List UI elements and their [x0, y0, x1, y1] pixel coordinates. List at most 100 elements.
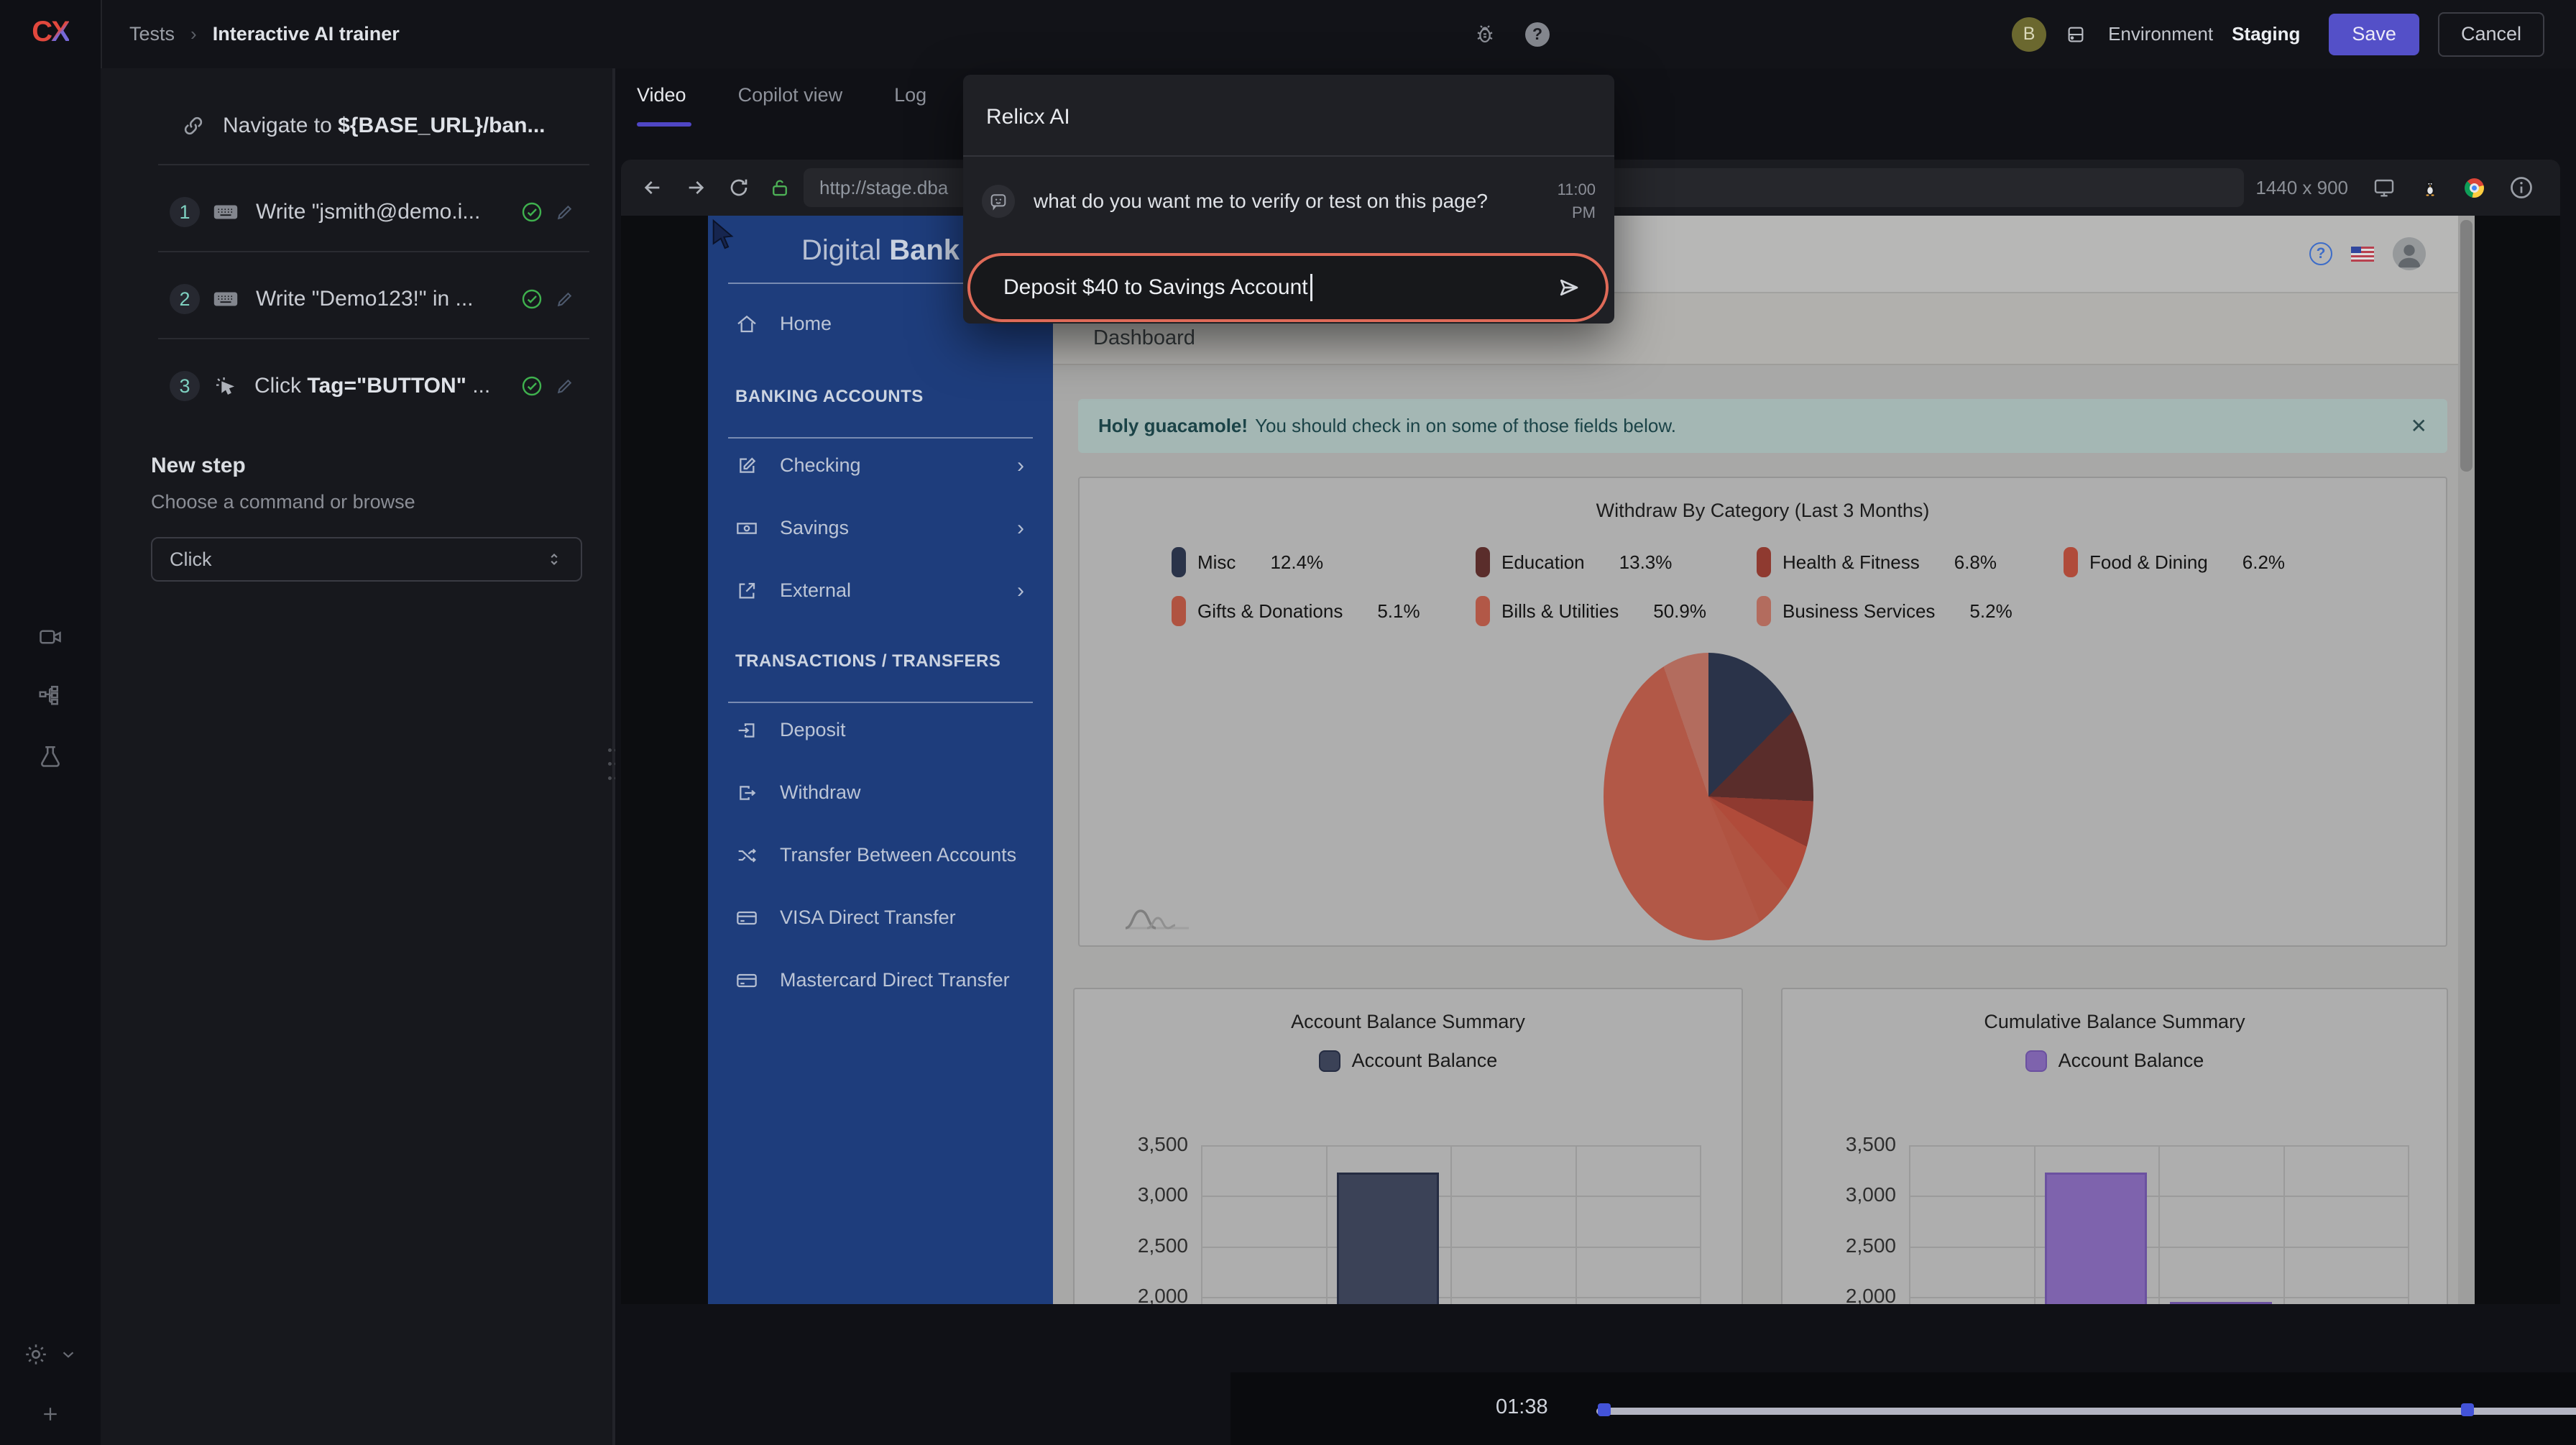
- bank-nav-deposit[interactable]: Deposit: [708, 699, 1053, 761]
- gridline: [2034, 1145, 2036, 1304]
- bank-user-avatar[interactable]: [2393, 237, 2426, 270]
- account-balance-card: Account Balance Summary Account Balance …: [1073, 988, 1743, 1304]
- step-3[interactable]: 3 Click Tag="BUTTON" ...: [101, 347, 612, 426]
- legend-label: Account Balance: [2058, 1050, 2204, 1072]
- send-icon[interactable]: [1555, 275, 1581, 301]
- bank-nav-savings[interactable]: Savings›: [708, 497, 1053, 559]
- edit-pencil-icon[interactable]: [555, 376, 575, 396]
- message-timestamp: 11:00PM: [1534, 178, 1596, 224]
- legend-name: Business Services: [1782, 600, 1935, 623]
- settings-gear-icon[interactable]: [23, 1341, 49, 1367]
- cancel-button[interactable]: Cancel: [2438, 12, 2544, 57]
- edit-pencil-icon[interactable]: [555, 289, 575, 309]
- tab-video[interactable]: Video: [637, 84, 686, 127]
- edit-pencil-icon[interactable]: [555, 202, 575, 222]
- new-step-title: New step: [151, 454, 246, 478]
- bank-nav-checking[interactable]: Checking›: [708, 434, 1053, 497]
- edit-icon: [735, 454, 760, 477]
- nav-label: Mastercard Direct Transfer: [780, 969, 1010, 991]
- chrome-icon[interactable]: [2465, 178, 2484, 198]
- dialog-title: Relicx AI: [986, 105, 1070, 129]
- nav-label: VISA Direct Transfer: [780, 907, 956, 929]
- bank-nav-withdraw[interactable]: Withdraw: [708, 761, 1053, 824]
- alert-close-icon[interactable]: ✕: [2411, 414, 2427, 438]
- page-title: Dashboard: [1093, 326, 1195, 350]
- tab-log[interactable]: Log: [894, 84, 926, 127]
- legend-swatch: [1757, 596, 1771, 626]
- section-title-transactions-transfers: TRANSACTIONS / TRANSFERS: [735, 651, 1000, 671]
- video-player-bar: 01:38 LIVE 0.5x1x2x4x8x16x skip inactive: [1230, 1372, 2576, 1445]
- bar: [1337, 1173, 1439, 1304]
- us-flag-icon[interactable]: [2351, 247, 2374, 262]
- info-icon[interactable]: [2508, 175, 2534, 201]
- link-icon: [181, 114, 206, 138]
- axis-tick: 2,500: [1095, 1234, 1188, 1257]
- chevron-down-icon[interactable]: [59, 1345, 78, 1364]
- legend-item: Food & Dining6.2%: [2064, 547, 2285, 577]
- linux-penguin-icon[interactable]: [2420, 178, 2440, 198]
- pie-chart: [1604, 653, 1813, 940]
- step-number: 3: [170, 371, 200, 401]
- environment-value[interactable]: Staging: [2232, 23, 2300, 45]
- bar: [2045, 1173, 2147, 1304]
- signout-icon: [735, 781, 760, 804]
- cumulative-balance-card: Cumulative Balance Summary Account Balan…: [1781, 988, 2448, 1304]
- add-icon[interactable]: [0, 1403, 101, 1425]
- cursor-click-icon: [213, 374, 237, 398]
- breadcrumb: Tests › Interactive AI trainer: [129, 0, 400, 68]
- step-2[interactable]: 2 Write "Demo123!" in ...: [101, 260, 612, 339]
- external-icon: [735, 579, 760, 602]
- scrollbar[interactable]: [2458, 216, 2475, 1304]
- legend-label: Account Balance: [1352, 1050, 1498, 1072]
- legend-swatch: [2025, 1050, 2047, 1072]
- command-select[interactable]: Click: [151, 537, 582, 582]
- chart-title: Account Balance Summary: [1075, 1011, 1742, 1033]
- bank-help-icon[interactable]: ?: [2309, 242, 2332, 265]
- step-navigate[interactable]: Navigate to ${BASE_URL}/ban...: [101, 86, 612, 165]
- left-rail: CX: [0, 0, 102, 1445]
- bank-nav-visa-direct-transfer[interactable]: VISA Direct Transfer: [708, 886, 1053, 949]
- video-camera-icon[interactable]: [0, 624, 101, 650]
- nav-label: Deposit: [780, 719, 846, 741]
- legend-item: Misc 12.4%: [1172, 547, 1323, 577]
- wave-icon: [1123, 904, 1195, 934]
- flask-icon[interactable]: [0, 743, 101, 769]
- bank-nav-transfer-between-accounts[interactable]: Transfer Between Accounts: [708, 824, 1053, 886]
- monitor-icon[interactable]: [2373, 176, 2396, 199]
- progress-marker[interactable]: [1598, 1403, 1611, 1416]
- user-avatar[interactable]: B: [2012, 17, 2046, 52]
- app-logo[interactable]: CX: [0, 16, 101, 48]
- bank-nav-mastercard-direct-transfer[interactable]: Mastercard Direct Transfer: [708, 949, 1053, 1012]
- chevron-right-icon: ›: [1017, 579, 1024, 603]
- legend-name: Bills & Utilities: [1501, 600, 1619, 623]
- forward-icon[interactable]: [684, 176, 707, 199]
- legend-name: Misc: [1197, 551, 1236, 574]
- progress-bar[interactable]: [1596, 1408, 2576, 1415]
- reload-icon[interactable]: [727, 176, 750, 199]
- select-updown-icon: [545, 550, 564, 569]
- progress-marker[interactable]: [2461, 1403, 2474, 1416]
- video-stage[interactable]: Digital Bank HomeBANKING ACCOUNTSCheckin…: [621, 216, 2560, 1304]
- back-icon[interactable]: [641, 176, 664, 199]
- chat-message: what do you want me to verify or test on…: [982, 178, 1596, 224]
- tab-copilot-view[interactable]: Copilot view: [738, 84, 843, 127]
- signin-icon: [735, 719, 760, 742]
- nav-label: Home: [780, 313, 832, 335]
- breadcrumb-tests[interactable]: Tests: [129, 23, 175, 45]
- legend-swatch: [1319, 1050, 1340, 1072]
- flow-tree-icon[interactable]: [0, 683, 101, 709]
- legend-name: Food & Dining: [2089, 551, 2208, 574]
- legend-value: 12.4%: [1270, 551, 1323, 574]
- step-1[interactable]: 1 Write "jsmith@demo.i...: [101, 173, 612, 252]
- chat-input[interactable]: Deposit $40 to Savings Account: [967, 253, 1609, 322]
- save-button[interactable]: Save: [2329, 14, 2419, 55]
- axis-tick: 2,000: [1095, 1285, 1188, 1304]
- card-icon: [735, 907, 760, 930]
- help-icon[interactable]: ?: [1525, 22, 1550, 47]
- legend-item: Education13.3%: [1476, 547, 1672, 577]
- bank-nav-external[interactable]: External›: [708, 559, 1053, 622]
- bug-icon[interactable]: [1473, 23, 1496, 46]
- legend-value: 13.3%: [1619, 551, 1673, 574]
- environment-label: Environment: [2108, 23, 2213, 45]
- check-circle-icon: [520, 201, 543, 224]
